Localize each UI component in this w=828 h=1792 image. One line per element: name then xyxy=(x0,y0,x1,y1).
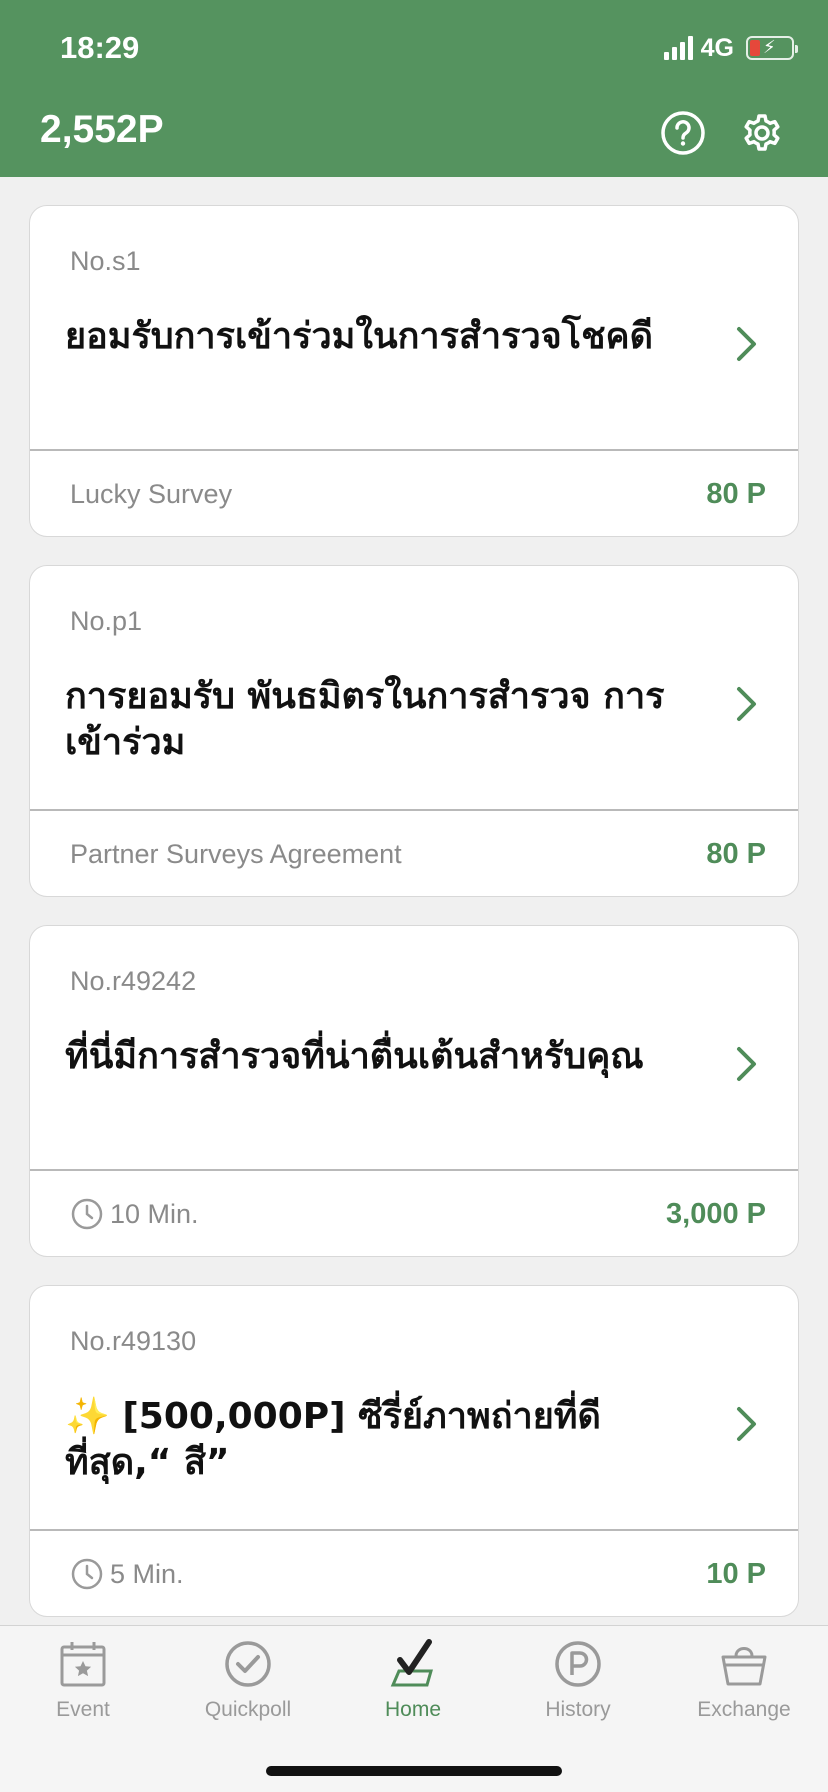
tab-label: History xyxy=(545,1698,611,1721)
clock-icon xyxy=(71,1558,103,1590)
duration-label: 10 Min. xyxy=(110,1198,199,1229)
survey-title: การยอมรับ พันธมิตรในการสำรวจ การเข้าร่วม xyxy=(65,676,665,763)
tab-label: Quickpoll xyxy=(204,1698,292,1721)
survey-points: 10 P xyxy=(706,1558,766,1590)
survey-duration: 10 Min. xyxy=(70,1196,199,1232)
chevron-right-icon xyxy=(737,687,756,721)
network-label: 4G xyxy=(700,33,734,62)
points-balance: 2,552P xyxy=(40,108,164,151)
survey-points: 80 P xyxy=(706,478,766,510)
survey-title: ที่นี่มีการสำรวจที่น่าตื่นเต้นสำหรับคุณ xyxy=(65,1036,644,1077)
status-indicators: 4G ⚡ xyxy=(663,33,798,63)
check-circle-icon xyxy=(225,1641,271,1687)
survey-number: No.r49242 xyxy=(70,966,197,996)
survey-category: Lucky Survey xyxy=(70,476,232,512)
points-coin-icon xyxy=(555,1641,601,1687)
survey-title: ยอมรับการเข้าร่วมในการสำรวจโชคดี xyxy=(65,316,653,357)
survey-list[interactable]: No.s1 ยอมรับการเข้าร่วมในการสำรวจโชคดี L… xyxy=(0,177,828,1625)
chevron-right-icon xyxy=(737,1047,756,1081)
help-icon[interactable] xyxy=(660,110,706,156)
tab-label: Home xyxy=(384,1698,442,1721)
signal-icon xyxy=(663,36,693,60)
survey-points: 80 P xyxy=(706,838,766,870)
home-check-icon xyxy=(390,1639,433,1687)
chevron-right-icon xyxy=(737,327,756,361)
chevron-right-icon xyxy=(737,1407,756,1441)
card-divider xyxy=(30,1529,798,1531)
duration-label: 5 Min. xyxy=(110,1558,184,1589)
tab-home[interactable]: Home xyxy=(343,1638,483,1748)
survey-category-label: Partner Surveys Agreement xyxy=(70,838,402,869)
survey-points: 3,000 P xyxy=(666,1198,766,1230)
calendar-star-icon xyxy=(60,1642,106,1687)
shopping-basket-icon xyxy=(721,1647,767,1686)
tab-label: Exchange xyxy=(697,1698,791,1721)
survey-category-label: Lucky Survey xyxy=(70,478,233,509)
tab-label: Event xyxy=(56,1698,110,1721)
survey-card[interactable]: No.s1 ยอมรับการเข้าร่วมในการสำรวจโชคดี L… xyxy=(29,205,799,537)
card-divider xyxy=(30,1169,798,1171)
card-divider xyxy=(30,449,798,451)
battery-icon: ⚡ xyxy=(746,36,798,60)
survey-card[interactable]: No.p1 การยอมรับ พันธมิตรในการสำรวจ การเข… xyxy=(29,565,799,897)
survey-card[interactable]: No.r49130 ✨ [500,000P] ซีรี่ย์ภาพถ่ายที่… xyxy=(29,1285,799,1617)
survey-number: No.r49130 xyxy=(70,1326,197,1356)
survey-card[interactable]: No.r49242 ที่นี่มีการสำรวจที่น่าตื่นเต้น… xyxy=(29,925,799,1257)
survey-number: No.p1 xyxy=(70,606,143,636)
gear-icon[interactable] xyxy=(739,110,785,156)
home-indicator[interactable] xyxy=(266,1766,562,1776)
status-time: 18:29 xyxy=(60,30,140,65)
app-header: 18:29 4G ⚡ 2,552P xyxy=(0,0,828,177)
tab-exchange[interactable]: Exchange xyxy=(674,1638,814,1748)
card-divider xyxy=(30,809,798,811)
clock-icon xyxy=(71,1198,103,1230)
survey-duration: 5 Min. xyxy=(70,1556,184,1592)
tab-quickpoll[interactable]: Quickpoll xyxy=(178,1638,318,1748)
survey-number: No.s1 xyxy=(70,246,141,276)
tab-event[interactable]: Event xyxy=(13,1638,153,1748)
survey-title: ✨ [500,000P] ซีรี่ย์ภาพถ่ายที่ดีที่สุด,“… xyxy=(65,1396,601,1483)
tab-history[interactable]: History xyxy=(508,1638,648,1748)
survey-category: Partner Surveys Agreement xyxy=(70,836,402,872)
